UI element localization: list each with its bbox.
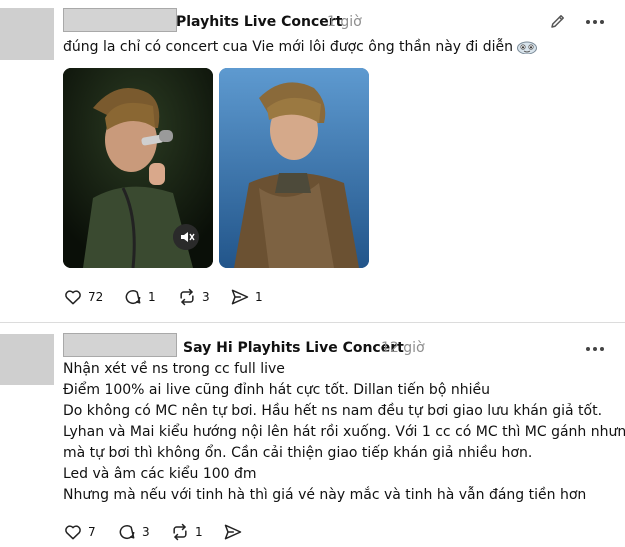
post: Say Hi Playhits Live Concert 12 giờ Nhận…: [0, 323, 625, 547]
heart-icon: [65, 525, 81, 540]
post-text-line: Nhưng mà nếu với tinh hà thì giá vé này …: [63, 487, 587, 503]
post-text-line: mà tự bơi thì không ổn. Cần cải thiện gi…: [63, 445, 533, 461]
share-count: 1: [255, 290, 263, 304]
repost-count: 1: [195, 525, 203, 539]
like-count: 7: [88, 525, 96, 539]
repost-button[interactable]: 1: [170, 521, 203, 543]
redacted-username: [63, 333, 177, 357]
reply-button[interactable]: 3: [117, 521, 150, 543]
speaker-muted-icon[interactable]: [173, 224, 199, 250]
post-image[interactable]: [219, 68, 369, 268]
reply-count: 3: [142, 525, 150, 539]
post-body: Nhận xét về ns trong cc full live Điểm 1…: [63, 359, 625, 506]
comment-icon: [119, 525, 135, 540]
post-author[interactable]: Say Hi Playhits Live Concert: [183, 340, 404, 356]
reply-button[interactable]: 1: [123, 286, 156, 308]
heart-icon: [65, 290, 81, 305]
share-icon: [224, 524, 242, 540]
post-body: đúng la chỉ có concert cua Vie mới lôi đ…: [63, 37, 538, 58]
avatar[interactable]: [0, 334, 54, 385]
post-text-line: Led và âm các kiểu 100 đm: [63, 466, 257, 482]
post-image[interactable]: [63, 68, 213, 268]
post-timestamp[interactable]: 12 giờ: [381, 340, 425, 356]
post-text-line: Nhận xét về ns trong cc full live: [63, 361, 285, 377]
emoji-icon: [517, 41, 538, 54]
pencil-icon[interactable]: [549, 12, 567, 30]
avatar[interactable]: [0, 8, 54, 60]
like-button[interactable]: 72: [63, 286, 103, 308]
share-button[interactable]: [223, 521, 243, 543]
like-button[interactable]: 7: [63, 521, 96, 543]
share-button[interactable]: 1: [230, 286, 263, 308]
share-icon: [231, 289, 249, 305]
repost-icon: [173, 523, 187, 541]
repost-count: 3: [202, 290, 210, 304]
reply-count: 1: [148, 290, 156, 304]
redacted-username: [63, 8, 177, 32]
post: Playhits Live Concert 1 giờ đúng la chỉ …: [0, 0, 625, 322]
repost-icon: [180, 288, 194, 306]
post-text-line: Lyhan và Mai kiểu hướng nội lên hát rồi …: [63, 424, 625, 440]
like-count: 72: [88, 290, 104, 304]
more-icon[interactable]: [584, 13, 606, 31]
post-text-line: Điểm 100% ai live cũng đỉnh hát cực tốt.…: [63, 382, 490, 398]
post-timestamp[interactable]: 1 giờ: [327, 14, 362, 30]
repost-button[interactable]: 3: [177, 286, 210, 308]
comment-icon: [125, 290, 141, 305]
concert-photo: [219, 68, 369, 268]
post-text-line: đúng la chỉ có concert cua Vie mới lôi đ…: [63, 39, 514, 55]
post-author[interactable]: Playhits Live Concert: [176, 14, 342, 30]
more-icon[interactable]: [584, 340, 606, 358]
post-text-line: Do không có MC nên tự bơi. Hầu hết ns na…: [63, 403, 603, 419]
